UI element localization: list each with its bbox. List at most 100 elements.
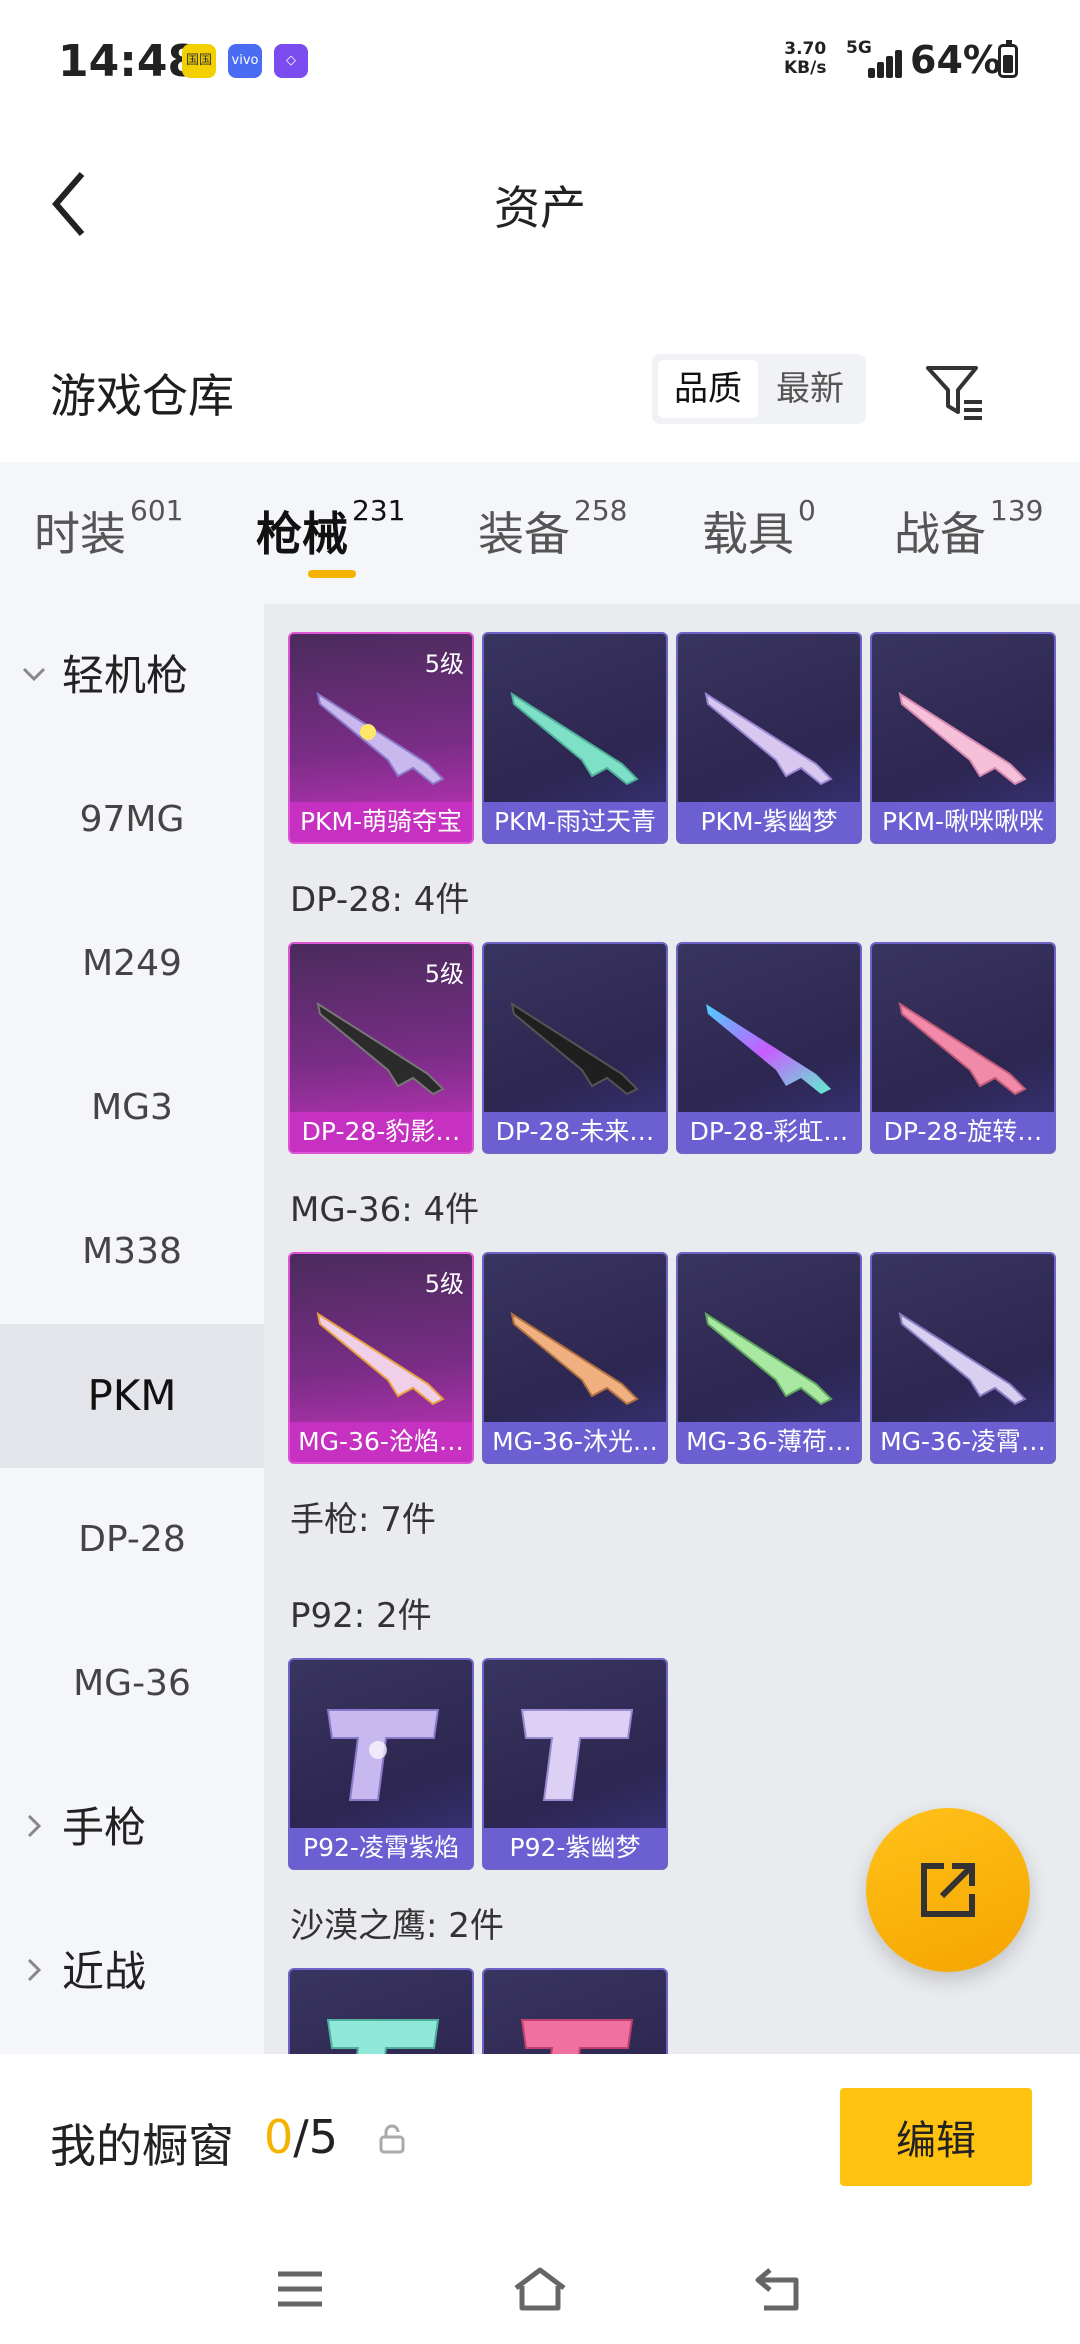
item-card[interactable] [288, 1968, 474, 2054]
item-name: P92-凌霄紫焰 [290, 1828, 472, 1868]
tab-label: 战备 [894, 507, 986, 561]
rifle-icon [704, 691, 833, 786]
item-name: PKM-萌骑夺宝 [290, 802, 472, 842]
rifle-icon [704, 1311, 833, 1406]
item-name: PKM-啾咪啾咪 [872, 802, 1054, 842]
chevron-right-icon [27, 1814, 42, 1838]
tab-label: 装备 [478, 507, 570, 561]
pistol-icon [520, 1709, 634, 1801]
showcase-total: /5 [293, 2110, 339, 2164]
sidebar-group-pistol[interactable]: 手枪 [0, 1756, 264, 1900]
section-header-pistol: 手枪: 7件 [290, 1500, 436, 1540]
net-speed-value: 3.70 [784, 39, 827, 59]
item-name: MG-36-沧焰… [290, 1422, 472, 1462]
sort-quality-button[interactable]: 品质 [658, 360, 758, 418]
section-header-dp28: DP-28: 4件 [290, 880, 470, 920]
menu-icon[interactable] [270, 2264, 330, 2314]
pistol-icon [326, 2019, 440, 2054]
chevron-right-icon [27, 1958, 42, 1982]
system-nav-bar [0, 2224, 1080, 2344]
back-icon[interactable] [750, 2264, 810, 2314]
item-card[interactable]: PKM-紫幽梦 [676, 632, 862, 844]
item-card[interactable]: DP-28-旋转… [870, 942, 1056, 1154]
sidebar-item-m249[interactable]: M249 [0, 892, 264, 1036]
rifle-icon [510, 1001, 639, 1096]
sidebar-group-label: 近战 [62, 1947, 147, 1996]
share-button[interactable] [866, 1808, 1030, 1972]
status-bar: 14:48 国国 vivo ◇ 3.70 KB/s 5G 64% [0, 0, 1080, 120]
sidebar: 轻机枪 97MG M249 MG3 M338 PKM DP-28 MG-36 手… [0, 604, 264, 2054]
showcase-count: 0/5 [264, 2110, 338, 2164]
rifle-icon [510, 1311, 639, 1406]
item-card[interactable]: 5级 DP-28-豹影… [288, 942, 474, 1154]
item-name: PKM-紫幽梦 [678, 802, 860, 842]
warehouse-header: 游戏仓库 品质 最新 [0, 330, 1080, 460]
tab-equipment[interactable]: 装备 258 [478, 494, 627, 564]
item-card[interactable]: DP-28-未来… [482, 942, 668, 1154]
item-name: P92-紫幽梦 [484, 1828, 666, 1868]
category-tabs: 时装 601 枪械 231 装备 258 载具 0 战备 139 [0, 462, 1080, 604]
item-card[interactable]: MG-36-凌霄… [870, 1252, 1056, 1464]
item-card[interactable]: 5级 PKM-萌骑夺宝 [288, 632, 474, 844]
tab-label: 时装 [34, 507, 126, 561]
sidebar-group-label: 手枪 [62, 1803, 147, 1852]
battery-icon [998, 40, 1018, 78]
sidebar-item-pkm[interactable]: PKM [0, 1324, 264, 1468]
home-icon[interactable] [510, 2264, 570, 2314]
sidebar-item-97mg[interactable]: 97MG [0, 748, 264, 892]
tab-count: 139 [990, 494, 1044, 527]
net-speed-unit: KB/s [784, 58, 827, 78]
item-name: MG-36-薄荷… [678, 1422, 860, 1462]
header: 资产 [0, 120, 1080, 280]
level-badge: 5级 [424, 960, 464, 988]
net-speed: 3.70 KB/s [784, 40, 826, 78]
section-header-deagle: 沙漠之鹰: 2件 [290, 1906, 504, 1946]
item-card[interactable]: 5级 MG-36-沧焰… [288, 1252, 474, 1464]
rifle-icon [510, 691, 639, 786]
showcase-current: 0 [264, 2110, 294, 2164]
item-name: MG-36-凌霄… [872, 1422, 1054, 1462]
filter-icon[interactable] [922, 360, 988, 426]
item-card[interactable]: DP-28-彩虹… [676, 942, 862, 1154]
warehouse-title: 游戏仓库 [50, 369, 234, 423]
sidebar-item-m338[interactable]: M338 [0, 1180, 264, 1324]
vivo-icon: vivo [228, 44, 262, 78]
rifle-icon [316, 691, 445, 786]
showcase-title: 我的橱窗 [50, 2119, 234, 2173]
item-card[interactable]: P92-紫幽梦 [482, 1658, 668, 1870]
edit-button[interactable]: 编辑 [840, 2088, 1032, 2186]
rifle-icon [316, 1001, 445, 1096]
tab-supplies[interactable]: 战备 139 [894, 494, 1043, 564]
tab-fashion[interactable]: 时装 601 [34, 494, 183, 564]
sidebar-group-label: 轻机枪 [62, 651, 189, 700]
rifle-icon [316, 1311, 445, 1406]
page-title: 资产 [494, 181, 586, 235]
signal-icon [858, 50, 902, 78]
battery-percent: 64% [910, 38, 1001, 82]
item-card[interactable]: PKM-雨过天青 [482, 632, 668, 844]
sidebar-item-mg36[interactable]: MG-36 [0, 1612, 264, 1756]
tab-guns[interactable]: 枪械 231 [256, 494, 405, 564]
lock-icon [379, 2124, 405, 2154]
tab-label: 载具 [702, 507, 794, 561]
tab-count: 231 [352, 494, 406, 527]
item-card[interactable]: MG-36-薄荷… [676, 1252, 862, 1464]
sort-newest-button[interactable]: 最新 [760, 360, 860, 418]
tab-count: 601 [130, 494, 184, 527]
pistol-icon [520, 2019, 634, 2054]
item-card[interactable]: MG-36-沐光… [482, 1252, 668, 1464]
sidebar-group-lmg[interactable]: 轻机枪 [0, 604, 264, 748]
item-card[interactable]: P92-凌霄紫焰 [288, 1658, 474, 1870]
showcase-bar: 我的橱窗 0/5 编辑 [0, 2054, 1080, 2224]
tab-vehicles[interactable]: 载具 0 [702, 494, 816, 564]
tab-count: 0 [798, 494, 816, 527]
rifle-icon [706, 1004, 831, 1094]
item-card[interactable]: PKM-啾咪啾咪 [870, 632, 1056, 844]
sidebar-item-dp28[interactable]: DP-28 [0, 1468, 264, 1612]
sidebar-group-melee[interactable]: 近战 [0, 1900, 264, 2044]
app-icon-purple: ◇ [274, 44, 308, 78]
item-card[interactable] [482, 1968, 668, 2054]
sort-toggle: 品质 最新 [652, 354, 866, 424]
tab-active-indicator [308, 570, 356, 578]
sidebar-item-mg3[interactable]: MG3 [0, 1036, 264, 1180]
